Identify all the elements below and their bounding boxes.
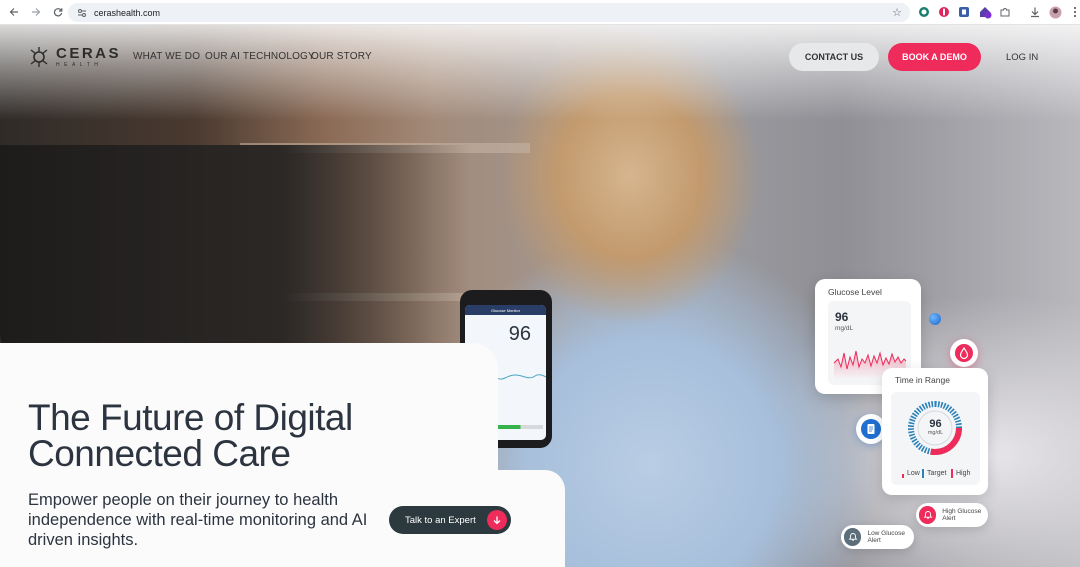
talk-to-expert-label: Talk to an Expert (405, 514, 476, 526)
low-alert-text: Low Glucose Alert (867, 530, 906, 544)
log-in-link[interactable]: LOG IN (1006, 52, 1038, 63)
book-a-demo-button[interactable]: BOOK A DEMO (888, 43, 981, 71)
bookmark-star-icon[interactable]: ☆ (892, 6, 902, 19)
extension-icon[interactable] (957, 5, 971, 19)
range-card-panel: 96 mg/dL Low Target High (891, 392, 980, 485)
range-unit: mg/dL (927, 430, 944, 436)
browser-toolbar: cerashealth.com ☆ (0, 0, 1080, 25)
glucose-unit: mg/dL (835, 325, 854, 332)
legend-high-label: High (956, 470, 971, 477)
phone-app-title: Glucose Monitor (465, 305, 546, 315)
range-card-title: Time in Range (895, 375, 950, 385)
site-settings-icon[interactable] (76, 7, 88, 19)
low-glucose-alert: Low Glucose Alert (841, 525, 914, 549)
decorative-dot (929, 313, 941, 325)
legend-high-marker (951, 469, 953, 478)
hero-subtext: Empower people on their journey to healt… (28, 491, 368, 549)
talk-to-expert-button[interactable]: Talk to an Expert (389, 506, 511, 534)
high-alert-icon (919, 506, 937, 524)
headline-line-2: Connected Care (28, 433, 291, 474)
legend-low-marker (902, 474, 904, 478)
extension-icon[interactable] (917, 5, 931, 19)
legend-target: Target (922, 469, 946, 478)
extension-icon[interactable] (937, 5, 951, 19)
menu-icon[interactable] (1068, 5, 1080, 19)
legend-high: High (951, 469, 970, 478)
extension-icon[interactable] (978, 5, 992, 19)
reload-icon[interactable] (48, 2, 68, 22)
address-bar[interactable]: cerashealth.com ☆ (68, 3, 910, 22)
forward-icon[interactable] (26, 2, 46, 22)
phone-glucose-value: 96 (508, 323, 531, 345)
legend-target-marker (922, 469, 924, 478)
nav-our-ai-technology[interactable]: OUR AI TECHNOLOGY (205, 51, 315, 62)
legend-low: Low (902, 469, 920, 478)
download-icon[interactable] (1028, 5, 1042, 19)
logo-mark-icon (30, 47, 48, 67)
logo-name: CERAS (56, 45, 122, 62)
blood-drop-icon (950, 339, 978, 367)
arrow-down-icon (487, 510, 507, 530)
headline-line-1: The Future of Digital (28, 397, 353, 438)
high-alert-text: High Glucose Alert (942, 508, 982, 522)
hero-headline: The Future of Digital Connected Care (28, 397, 353, 474)
glucose-card-title: Glucose Level (828, 287, 882, 297)
low-alert-icon (844, 528, 862, 546)
logo-subtitle: HEALTH (56, 62, 103, 68)
range-value: 96 (929, 418, 942, 430)
puzzle-icon[interactable] (998, 5, 1012, 19)
high-glucose-alert: High Glucose Alert (916, 503, 988, 527)
contact-us-button[interactable]: CONTACT US (789, 43, 879, 71)
back-icon[interactable] (4, 2, 24, 22)
hero-dark-panel (0, 145, 470, 370)
legend-target-label: Target (927, 470, 947, 477)
time-in-range-card: Time in Range 96 mg/dL Low Target High (882, 368, 988, 495)
profile-avatar[interactable] (1048, 5, 1062, 19)
glucose-value: 96 (835, 310, 849, 324)
legend-low-label: Low (907, 470, 920, 477)
nav-what-we-do[interactable]: WHAT WE DO (133, 51, 200, 62)
url-text: cerashealth.com (94, 7, 161, 18)
nav-our-story[interactable]: OUR STORY (311, 51, 372, 62)
ceras-logo[interactable]: CERAS HEALTH (28, 46, 121, 68)
